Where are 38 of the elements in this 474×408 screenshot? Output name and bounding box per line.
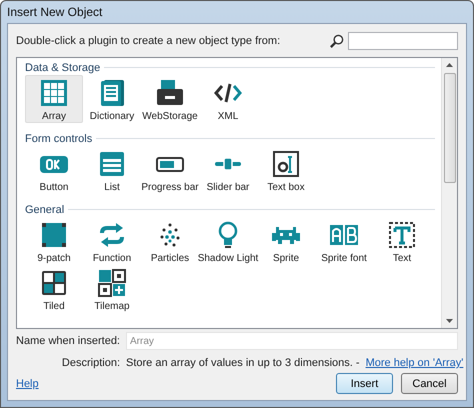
scrollbar[interactable] bbox=[441, 58, 457, 328]
instruction-text: Double-click a plugin to create a new object type from: bbox=[16, 35, 282, 47]
plugin-item[interactable]: Progress bar bbox=[141, 146, 199, 194]
field-label: Name when inserted: bbox=[16, 335, 120, 347]
plugin-item[interactable]: Sprite font bbox=[315, 217, 373, 265]
plugin-item[interactable]: Sprite bbox=[257, 217, 315, 265]
plugin-item[interactable]: Slider bar bbox=[199, 146, 257, 194]
plugin-item[interactable]: Tilemap bbox=[83, 265, 141, 313]
cancel-button[interactable]: Cancel bbox=[401, 373, 458, 394]
search-icon bbox=[329, 34, 344, 48]
plugin-item[interactable]: Dictionary bbox=[83, 75, 141, 123]
plugin-item[interactable]: Tiled bbox=[25, 265, 83, 313]
plugin-item[interactable]: Array bbox=[25, 75, 83, 123]
tile-grid-icon bbox=[96, 266, 128, 298]
plugin-item[interactable]: Shadow Light bbox=[199, 217, 257, 265]
plugin-item[interactable]: XML bbox=[199, 75, 257, 123]
plugin-item[interactable]: Text bbox=[373, 217, 431, 265]
plugin-item[interactable]: 9-patch bbox=[25, 217, 83, 265]
window-title: Insert New Object bbox=[7, 5, 102, 19]
plugin-item[interactable]: Particles bbox=[141, 217, 199, 265]
plugin-item[interactable]: List bbox=[83, 146, 141, 194]
section-heading: Data & Storage bbox=[25, 62, 100, 74]
scroll-thumb[interactable] bbox=[444, 73, 456, 183]
scroll-down-icon bbox=[446, 319, 453, 323]
section-heading: General bbox=[25, 204, 64, 216]
section-heading: Form controls bbox=[25, 132, 92, 144]
help-link[interactable]: More help on 'Array' bbox=[366, 357, 464, 369]
scroll-up-icon bbox=[446, 63, 453, 67]
plugin-item[interactable]: Function bbox=[83, 217, 141, 265]
help-link[interactable]: Help bbox=[16, 378, 39, 390]
plugin-item[interactable]: Text box bbox=[257, 146, 315, 194]
description-text: Store an array of values in up to 3 dimensions. - bbox=[126, 357, 360, 369]
name-field[interactable]: Array bbox=[126, 332, 458, 350]
plugin-item[interactable]: WebStorage bbox=[141, 75, 199, 123]
insert-button[interactable]: Insert bbox=[336, 373, 393, 394]
plugin-item[interactable]: Button bbox=[25, 146, 83, 194]
field-label: Description: bbox=[60, 357, 120, 369]
search-field[interactable] bbox=[348, 32, 458, 50]
